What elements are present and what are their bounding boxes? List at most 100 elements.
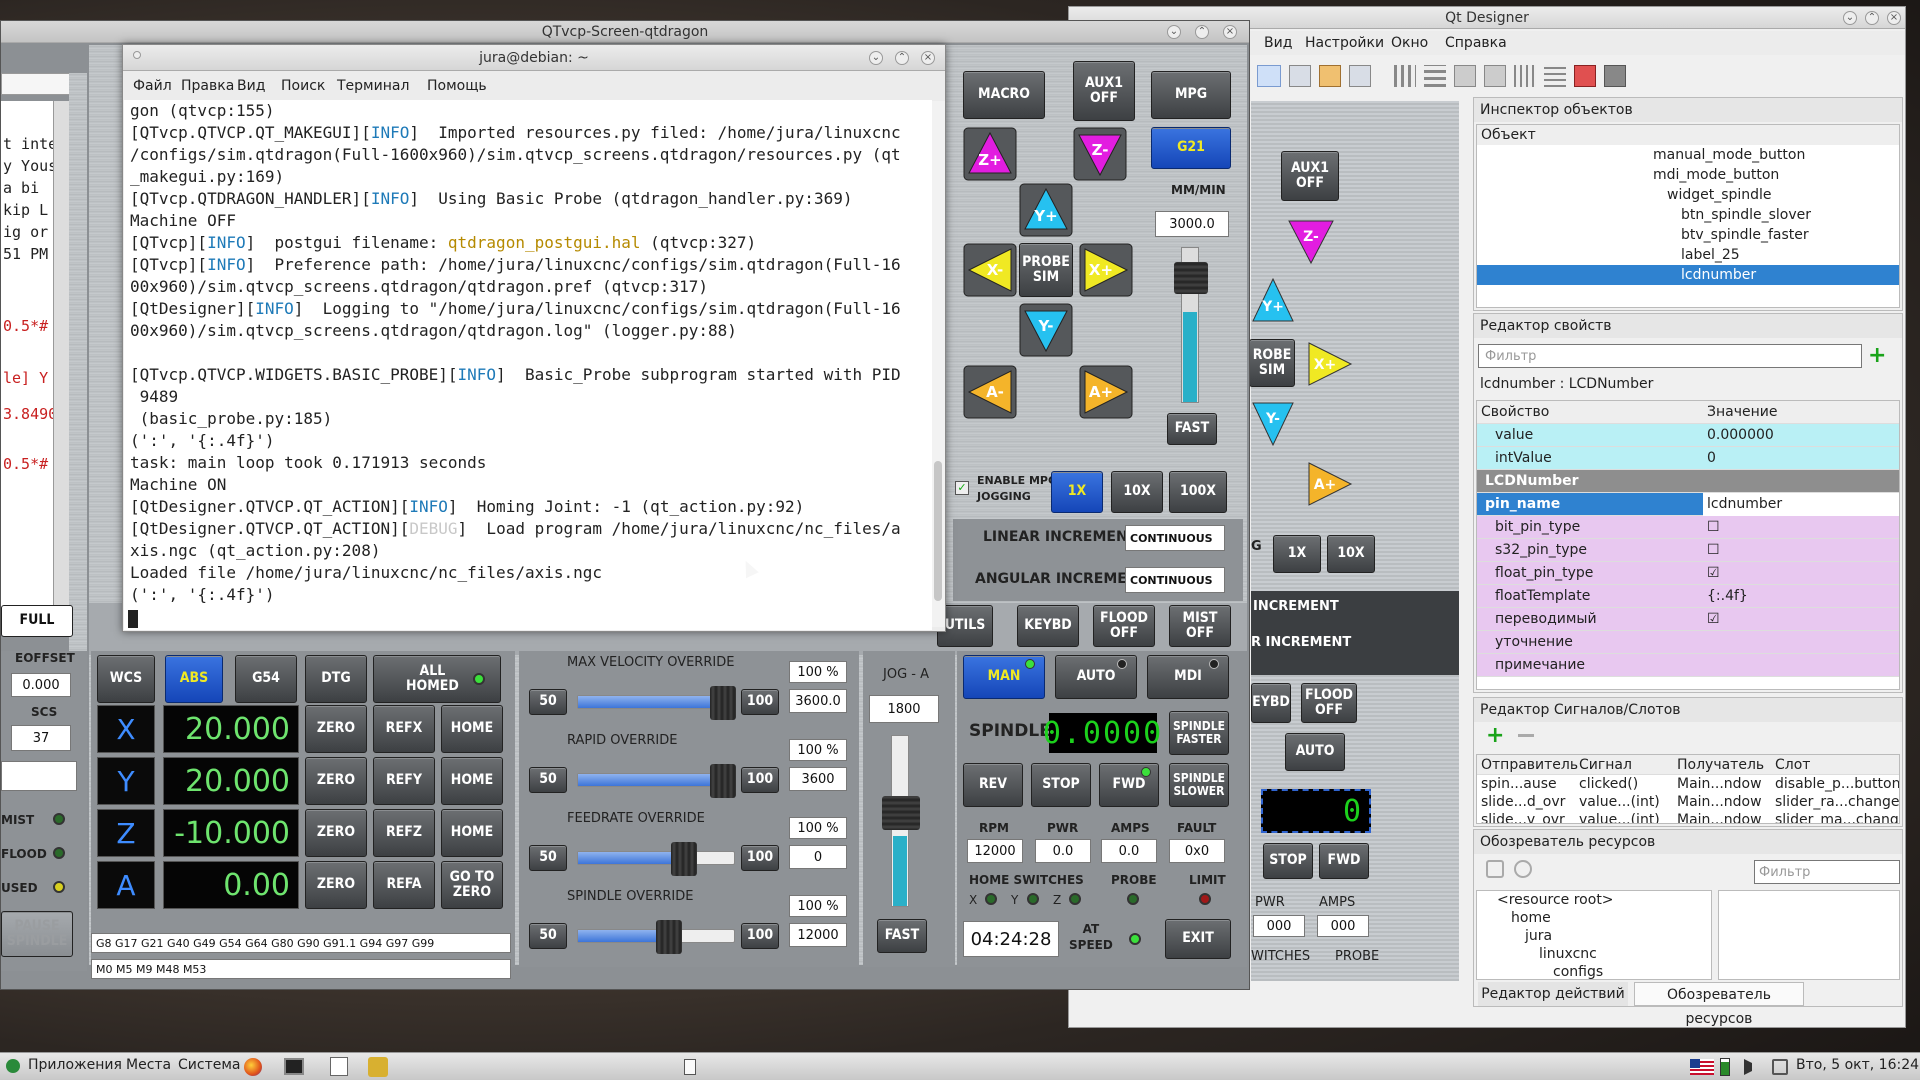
pause-spindle-button[interactable]: PAUSE SPINDLE [1,911,73,957]
angular-increment-select[interactable]: CONTINUOUS [1125,567,1225,593]
override-50-button-1[interactable]: 50 [529,767,567,793]
override-slider-0[interactable] [577,686,737,720]
property-row[interactable]: bit_pin_type ☐ [1477,516,1899,539]
preview-z-minus-icon[interactable]: Z- [1287,219,1335,267]
object-tree-item[interactable]: mdi_mode_button [1477,165,1899,185]
minimize-icon[interactable]: ⌄ [1167,25,1181,39]
x-plus-jog-icon[interactable]: X+ [1079,243,1133,297]
menu-view[interactable]: Вид [1264,31,1292,55]
override-slider-2[interactable] [577,842,735,876]
menu-settings[interactable]: Настройки [1305,31,1384,55]
property-row[interactable]: s32_pin_type ☐ [1477,539,1899,562]
property-value[interactable]: lcdnumber [1703,493,1899,516]
property-row[interactable]: value 0.000000 [1477,424,1899,447]
adjust-size-icon[interactable] [1604,65,1626,87]
property-row[interactable]: intValue 0 [1477,447,1899,470]
terminal-menu-item[interactable]: Поиск [281,74,325,98]
axis-label-2[interactable]: Z [97,809,155,857]
home-button-3[interactable]: GO TO ZERO [441,861,503,909]
menu-help[interactable]: Справка [1445,31,1507,55]
add-property-icon[interactable]: + [1868,345,1886,367]
maximize-icon[interactable]: ⌃ [1195,25,1209,39]
property-row[interactable]: float_pin_type ☑ [1477,562,1899,585]
close-icon[interactable]: × [1223,25,1237,39]
axis-label-0[interactable]: X [97,705,155,753]
layout-form-icon[interactable] [1544,65,1566,87]
ref-button-0[interactable]: REFX [373,705,435,753]
places-menu[interactable]: Места [126,1057,171,1073]
preview-probe-sim-button[interactable]: ROBE SIM [1249,339,1295,387]
override-100-button-0[interactable]: 100 [741,689,779,715]
resource-filter-input[interactable]: Фильтр [1754,860,1900,884]
network-icon[interactable] [1772,1059,1788,1075]
probe-sim-button[interactable]: PROBE SIM [1019,243,1073,297]
terminal-output[interactable]: gon (qtvcp:155) [QTvcp.QTVCP.QT_MAKEGUI][… [124,100,932,630]
property-value[interactable]: ☑ [1703,562,1899,585]
property-row[interactable]: примечание [1477,654,1899,677]
add-connection-icon[interactable]: + [1486,725,1504,747]
preview-10x-button[interactable]: 10X [1327,535,1375,573]
show-desktop-icon[interactable] [684,1059,696,1075]
resource-browser-tab[interactable]: Обозреватель ресурсов [1634,982,1804,1027]
override-50-button-2[interactable]: 50 [529,845,567,871]
property-value[interactable]: ☐ [1703,539,1899,562]
signal-row[interactable]: spin...ause clicked() Main...ndow disable_p… [1477,775,1899,793]
zero-button-3[interactable]: ZERO [305,861,367,909]
edit-signals-icon[interactable] [1289,65,1311,87]
axis-label-3[interactable]: A [97,861,155,909]
property-value[interactable]: ☐ [1703,516,1899,539]
property-value[interactable]: 0.000000 [1703,424,1899,447]
object-tree-item[interactable]: label_25 [1477,245,1899,265]
menu-window[interactable]: Окно [1391,31,1428,55]
terminal-menu-item[interactable]: Правка [181,74,234,98]
dtg-button[interactable]: DTG [305,655,367,703]
terminal-launcher-icon[interactable] [284,1058,304,1075]
resource-list[interactable] [1718,890,1900,980]
override-value-2[interactable]: 0 [789,845,847,869]
enable-mpg-checkbox[interactable]: ✓ [955,481,969,495]
object-tree-item[interactable]: widget_spindle [1477,185,1899,205]
flood-button[interactable]: FLOOD OFF [1093,605,1155,647]
ref-button-1[interactable]: REFY [373,757,435,805]
layout-splitter-h-icon[interactable] [1454,65,1476,87]
qtdragon-titlebar[interactable]: QTvcp-Screen-qtdragon [1,21,1249,43]
edit-buddies-icon[interactable] [1319,65,1341,87]
preview-x-plus-icon[interactable]: X+ [1307,341,1353,387]
increment-10x-button[interactable]: 10X [1111,471,1163,513]
terminal-menu-item[interactable]: Вид [237,74,265,98]
home-button-2[interactable]: HOME [441,809,503,857]
applications-menu[interactable]: Приложения [28,1057,122,1073]
edit-widgets-icon[interactable] [1257,65,1281,87]
property-table[interactable]: Свойство Значение value 0.000000 intValue 0… [1476,400,1900,690]
preview-fwd-button[interactable]: FWD [1319,843,1369,879]
preview-y-minus-icon[interactable]: Y- [1251,401,1295,447]
qt-designer-launcher-icon[interactable] [368,1057,388,1077]
maximize-icon[interactable]: ⌃ [895,51,909,65]
close-icon[interactable]: × [1887,11,1901,25]
override-slider-handle-0[interactable] [710,686,737,720]
override-value-0[interactable]: 3600.0 [789,689,847,713]
preview-1x-button[interactable]: 1X [1273,535,1321,573]
minimize-icon[interactable]: ⌄ [1843,11,1857,25]
edit-tab-order-icon[interactable] [1349,65,1371,87]
resource-tree-item[interactable]: jura [1477,927,1711,945]
home-button-0[interactable]: HOME [441,705,503,753]
terminal-menu-item[interactable]: Помощь [427,74,487,98]
property-value[interactable]: ☑ [1703,608,1899,631]
resource-tree-item[interactable]: home [1477,909,1711,927]
override-slider-1[interactable] [577,764,737,798]
keybd-button[interactable]: KEYBD [1017,605,1079,647]
override-value-1[interactable]: 3600 [789,767,847,791]
layout-splitter-v-icon[interactable] [1484,65,1506,87]
side-scrollbar[interactable] [53,101,69,621]
system-menu[interactable]: Система [178,1057,240,1073]
property-row[interactable]: LCDNumber [1477,470,1899,493]
terminal-titlebar[interactable]: jura@debian: ~ [123,45,945,71]
property-row[interactable]: уточнение [1477,631,1899,654]
layout-grid-icon[interactable] [1514,65,1536,87]
jog-fast-button[interactable]: FAST [1167,413,1217,445]
jog-a-field[interactable]: 1800 [869,695,939,723]
increment-1x-button[interactable]: 1X [1051,471,1103,513]
exit-button[interactable]: EXIT [1165,919,1231,959]
macro-button[interactable]: MACRO [963,71,1045,119]
